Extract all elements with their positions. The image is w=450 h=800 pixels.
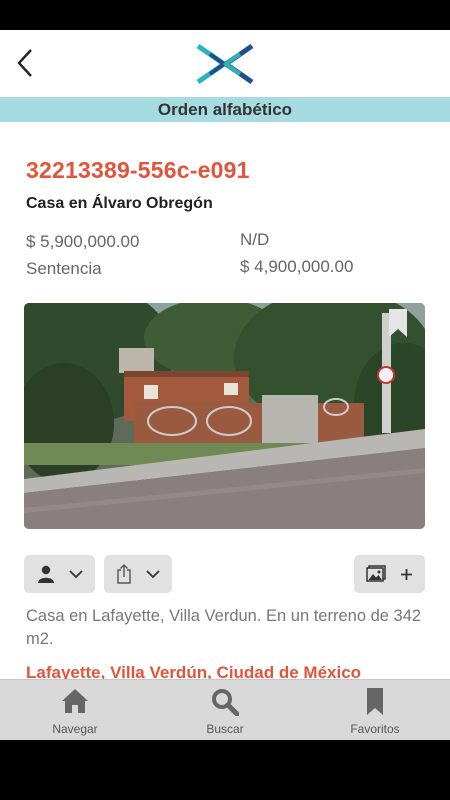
- bookmark-ribbon-icon[interactable]: [389, 309, 407, 337]
- app-header: [0, 30, 450, 96]
- chevron-down-icon: [146, 569, 160, 578]
- user-icon: [37, 565, 54, 583]
- navigation-bar-area: [0, 740, 450, 800]
- bottom-tab-bar: Navegar Buscar Favoritos: [0, 679, 450, 740]
- search-icon: [212, 689, 239, 716]
- property-title: Casa en Álvaro Obregón: [26, 195, 213, 212]
- chevron-down-icon: [68, 569, 83, 578]
- tab-navegar[interactable]: Navegar: [0, 680, 150, 740]
- bookmark-icon: [367, 688, 383, 715]
- property-nd-value: N/D: [240, 230, 270, 249]
- tab-label: Buscar: [206, 722, 244, 736]
- sort-order-bar[interactable]: Orden alfabético: [0, 97, 450, 122]
- tab-buscar[interactable]: Buscar: [150, 680, 300, 740]
- back-button[interactable]: [10, 46, 40, 80]
- property-detail: 32213389-556c-e091 Casa en Álvaro Obregó…: [0, 122, 450, 679]
- street-view-image: [24, 303, 425, 529]
- tab-label: Navegar: [52, 722, 98, 736]
- share-button[interactable]: [104, 555, 172, 593]
- property-status: Sentencia: [26, 259, 102, 278]
- property-photo[interactable]: [24, 303, 425, 529]
- home-icon: [62, 689, 88, 713]
- contact-agent-button[interactable]: [24, 555, 95, 593]
- tab-label: Favoritos: [350, 722, 400, 736]
- property-price-secondary: $ 4,900,000.00: [240, 257, 354, 276]
- image-gallery-icon: [366, 565, 386, 582]
- property-id: 32213389-556c-e091: [26, 157, 250, 183]
- brand-logo: [196, 43, 254, 85]
- property-location[interactable]: Lafayette, Villa Verdún, Ciudad de Méxic…: [26, 663, 361, 679]
- share-icon: [117, 564, 131, 584]
- property-price: $ 5,900,000.00: [26, 232, 140, 251]
- chevron-left-icon: [17, 49, 32, 77]
- app-screen: Orden alfabético 32213389-556c-e091 Casa…: [0, 30, 450, 740]
- plus-icon: [401, 568, 412, 580]
- property-description: Casa en Lafayette, Villa Verdun. En un t…: [26, 607, 422, 648]
- tab-favoritos[interactable]: Favoritos: [300, 680, 450, 740]
- add-photo-button[interactable]: [354, 555, 425, 593]
- status-bar: [0, 0, 450, 30]
